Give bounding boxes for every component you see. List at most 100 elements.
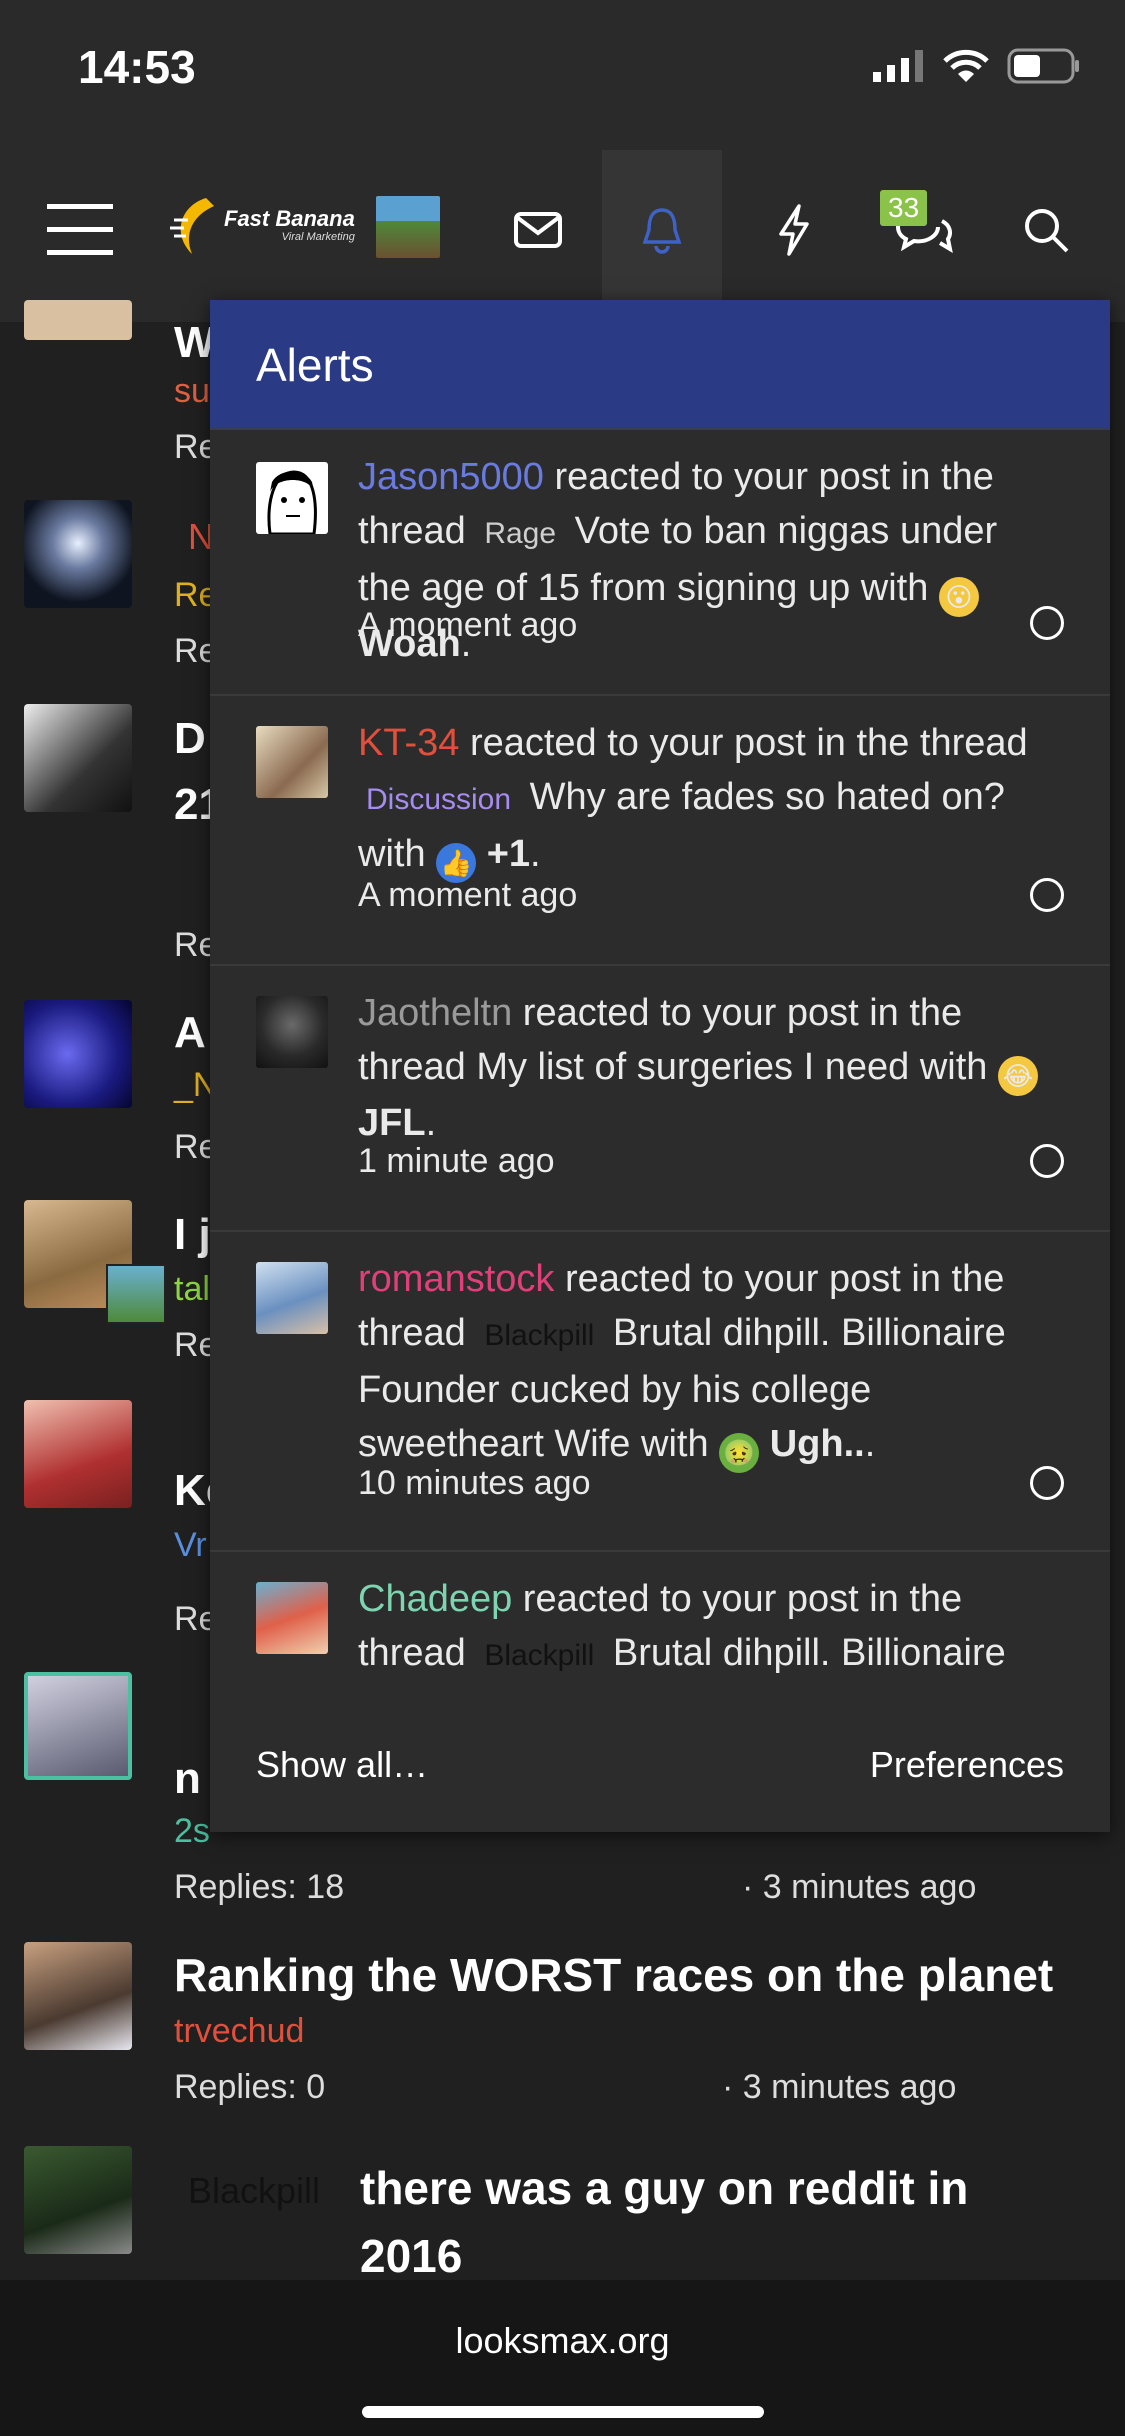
- alerts-list: Jason5000 reacted to your post in the th…: [210, 430, 1110, 1702]
- wojak-avatar-icon: [267, 470, 317, 536]
- thread-last-post-time: · 3 minutes ago: [742, 1868, 977, 1906]
- alert-text: Jaotheltn reacted to your post in the th…: [358, 986, 1058, 1150]
- thread-title: D: [174, 714, 206, 763]
- alert-text: Chadeep reacted to your post in the thre…: [358, 1572, 1058, 1683]
- reaction-name: +1: [486, 833, 531, 875]
- alerts-dropdown: Alerts Jason5000 reacted to your post in…: [210, 300, 1110, 1832]
- site-logo[interactable]: Fast Banana Viral Marketing: [170, 194, 355, 258]
- alert-item[interactable]: KT-34 reacted to your post in the thread…: [210, 696, 1110, 966]
- alert-text: KT-34 reacted to your post in the thread…: [358, 716, 1058, 883]
- alert-username[interactable]: KT-34: [358, 722, 459, 764]
- alert-thread-title[interactable]: My list of surgeries I need with: [476, 1046, 998, 1088]
- status-icons: [873, 48, 1081, 84]
- home-indicator[interactable]: [362, 2406, 764, 2418]
- alert-text: romanstock reacted to your post in the t…: [358, 1252, 1058, 1473]
- preferences-link[interactable]: Preferences: [870, 1744, 1064, 1786]
- thread-thumbnail: [24, 1672, 132, 1780]
- alert-avatar[interactable]: [256, 1582, 328, 1654]
- reaction-name: JFL: [358, 1102, 426, 1144]
- signal-icon: [873, 50, 923, 82]
- bell-icon: [642, 208, 682, 254]
- conversations-badge: 33: [880, 190, 928, 226]
- banner-image[interactable]: [376, 196, 440, 258]
- top-nav-bar: Fast Banana Viral Marketing: [0, 140, 1125, 322]
- envelope-icon: [514, 212, 562, 248]
- alert-username[interactable]: Jason5000: [358, 456, 544, 498]
- thread-author: trvechud: [174, 2012, 305, 2050]
- thread-prefix: Blackpill: [188, 2170, 321, 2211]
- thread-replies: Replies: 0: [174, 2068, 326, 2106]
- alert-time: A moment ago: [358, 876, 578, 914]
- thread-title: I j: [174, 1210, 211, 1259]
- url-text[interactable]: looksmax.org: [0, 2320, 1125, 2362]
- browser-url-bar[interactable]: looksmax.org: [0, 2280, 1125, 2436]
- thread-thumbnail: [24, 1942, 132, 2050]
- lightning-icon: [779, 204, 809, 256]
- thread-author: Vr: [174, 1526, 207, 1564]
- thread-thumbnail: [24, 1400, 132, 1508]
- menu-button[interactable]: [20, 150, 140, 310]
- alert-item[interactable]: Jason5000 reacted to your post in the th…: [210, 430, 1110, 696]
- thread-thumbnail: [24, 2146, 132, 2254]
- alert-avatar[interactable]: [256, 726, 328, 798]
- thread-prefix: Discussion: [366, 783, 512, 816]
- thread-author: su: [174, 372, 210, 410]
- alerts-footer: Show all… Preferences: [210, 1702, 1110, 1832]
- mark-read-toggle[interactable]: [1030, 606, 1064, 640]
- thread-thumbnail: [24, 500, 132, 608]
- thread-prefix: Blackpill: [484, 1639, 595, 1672]
- alerts-title: Alerts: [256, 339, 374, 391]
- alert-avatar[interactable]: [256, 462, 328, 536]
- alert-item[interactable]: Chadeep reacted to your post in the thre…: [210, 1552, 1110, 1702]
- mark-read-toggle[interactable]: [1030, 1144, 1064, 1178]
- search-button[interactable]: [986, 150, 1106, 310]
- battery-icon: [1007, 48, 1079, 84]
- status-bar: 14:53: [0, 0, 1125, 140]
- search-icon: [1025, 209, 1069, 253]
- status-time: 14:53: [78, 41, 196, 93]
- thread-thumbnail: [24, 300, 132, 340]
- alert-thread-title[interactable]: Brutal dihpill. Billionaire: [602, 1632, 1006, 1674]
- logo-subtitle: Viral Marketing: [281, 231, 355, 243]
- conversations-button[interactable]: [864, 150, 984, 310]
- reaction-name: Ugh..: [769, 1423, 865, 1465]
- thread-author: tal: [174, 1270, 210, 1308]
- alert-time: 1 minute ago: [358, 1142, 555, 1180]
- thread-replies: Replies: 18: [174, 1868, 345, 1906]
- alert-avatar[interactable]: [256, 996, 328, 1068]
- thread-thumbnail: [24, 1000, 132, 1108]
- alert-username[interactable]: romanstock: [358, 1258, 554, 1300]
- alert-item[interactable]: romanstock reacted to your post in the t…: [210, 1232, 1110, 1552]
- thread-avatar-small: [106, 1264, 166, 1324]
- thread-thumbnail: [24, 704, 132, 812]
- alert-action-text: reacted to your post in the thread: [459, 722, 1028, 764]
- reaction-woah-icon: 😮: [938, 577, 979, 617]
- reaction-laugh-icon: 😂: [997, 1056, 1038, 1096]
- thread-title: n: [174, 1754, 201, 1803]
- alert-username[interactable]: Jaotheltn: [358, 992, 512, 1034]
- alerts-header: Alerts: [210, 300, 1110, 430]
- alerts-button[interactable]: [602, 150, 722, 310]
- banana-logo-icon: [170, 198, 214, 254]
- alert-item[interactable]: Jaotheltn reacted to your post in the th…: [210, 966, 1110, 1232]
- thread-title: Ranking the WORST races on the planet: [174, 1949, 1054, 2001]
- thread-last-post-time: · 3 minutes ago: [722, 2068, 957, 2106]
- wifi-icon: [943, 49, 989, 82]
- thread-title: A: [174, 1008, 206, 1057]
- mark-read-toggle[interactable]: [1030, 878, 1064, 912]
- thread-title-text: there was a guy on reddit in 2016: [360, 2162, 969, 2282]
- show-all-link[interactable]: Show all…: [256, 1744, 428, 1786]
- reaction-sick-icon: 🤢: [719, 1433, 760, 1473]
- alert-avatar[interactable]: [256, 1262, 328, 1334]
- alert-time: A moment ago: [358, 606, 578, 644]
- mark-read-toggle[interactable]: [1030, 1466, 1064, 1500]
- whats-new-button[interactable]: [734, 150, 854, 310]
- thread-author: 2s: [174, 1812, 210, 1850]
- thread-prefix: Blackpill: [484, 1319, 595, 1352]
- thread-title: there was a guy on reddit in 2016: [360, 2154, 1060, 2290]
- logo-title: Fast Banana: [224, 206, 355, 231]
- alert-username[interactable]: Chadeep: [358, 1578, 512, 1620]
- alert-time: 10 minutes ago: [358, 1464, 591, 1502]
- thread-prefix: Rage: [484, 517, 557, 550]
- inbox-button[interactable]: [478, 150, 598, 310]
